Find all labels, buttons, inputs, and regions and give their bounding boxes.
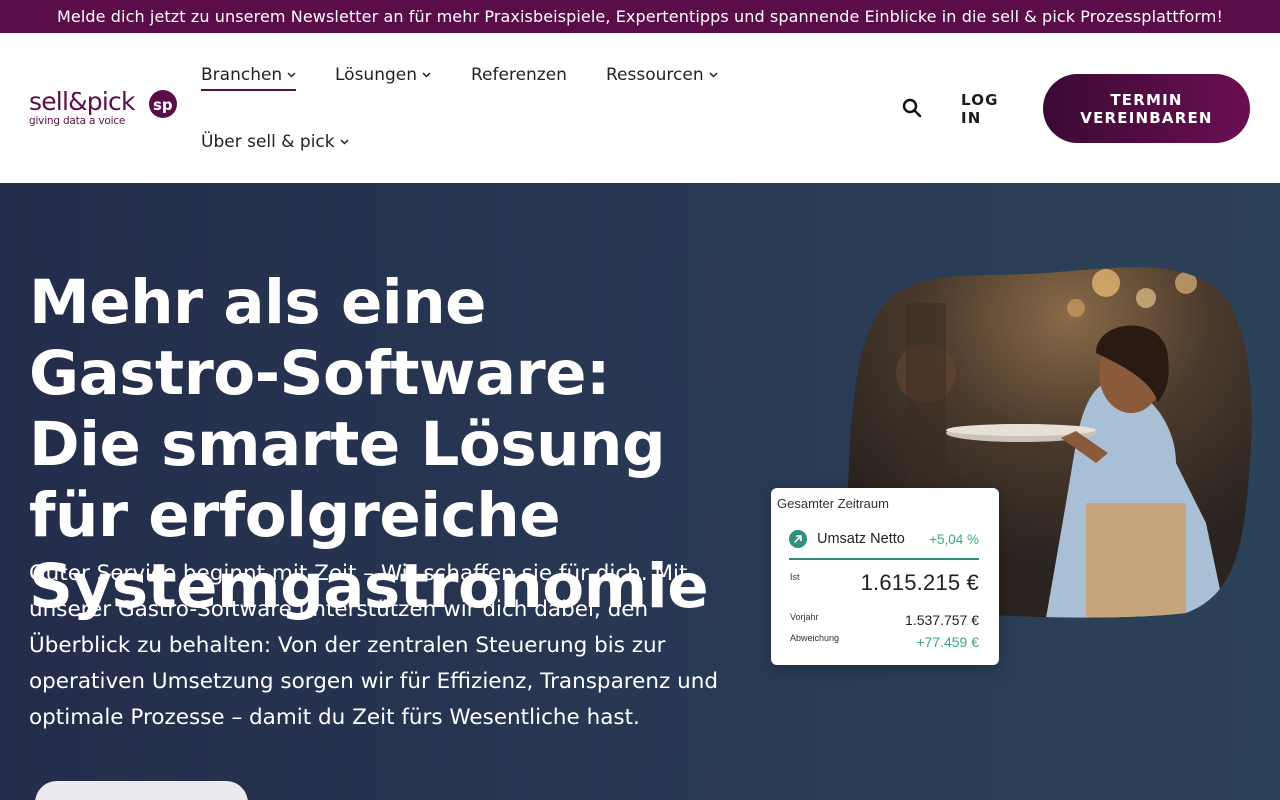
logo-tagline: giving data a voice bbox=[29, 115, 126, 127]
metric-divider bbox=[789, 558, 979, 560]
login-link[interactable]: LOG IN bbox=[961, 91, 1011, 127]
ist-value: 1.615.215 € bbox=[860, 570, 979, 595]
revenue-stats-card: Gesamter Zeitraum Umsatz Netto +5,04 % I… bbox=[771, 488, 999, 665]
nav-branchen[interactable]: Branchen bbox=[201, 65, 297, 91]
hero-button[interactable] bbox=[35, 781, 248, 800]
nav-ueber-label: Über sell & pick bbox=[201, 132, 335, 152]
logo-wordmark: sell&pick bbox=[29, 87, 135, 116]
newsletter-banner-text: Melde dich jetzt zu unserem Newsletter a… bbox=[57, 7, 1223, 26]
chevron-down-icon bbox=[422, 72, 431, 78]
nav-loesungen[interactable]: Lösungen bbox=[335, 65, 431, 85]
abweichung-label: Abweichung bbox=[790, 633, 840, 643]
vorjahr-label: Vorjahr bbox=[790, 612, 819, 622]
vorjahr-value: 1.537.757 € bbox=[905, 612, 979, 628]
nav-ressourcen-label: Ressourcen bbox=[606, 65, 704, 85]
nav-referenzen[interactable]: Referenzen bbox=[471, 65, 567, 85]
nav-ueber[interactable]: Über sell & pick bbox=[201, 132, 349, 152]
nav-branchen-label: Branchen bbox=[201, 65, 283, 85]
trend-up-icon bbox=[789, 530, 807, 548]
svg-text:sp: sp bbox=[153, 96, 173, 114]
nav-ressourcen[interactable]: Ressourcen bbox=[606, 65, 718, 85]
newsletter-banner[interactable]: Melde dich jetzt zu unserem Newsletter a… bbox=[0, 0, 1280, 33]
chevron-down-icon bbox=[340, 139, 349, 145]
abweichung-value: +77.459 € bbox=[916, 634, 979, 650]
hero-section: Mehr als eine Gastro-Software: Die smart… bbox=[0, 183, 1280, 800]
site-header: sell&pick giving data a voice sp Branche… bbox=[0, 33, 1280, 183]
nav-referenzen-label: Referenzen bbox=[471, 65, 567, 85]
hero-description: Guter Service beginnt mit Zeit – Wir sch… bbox=[29, 561, 718, 730]
metric-label: Umsatz Netto bbox=[817, 531, 905, 547]
nav-active-underline bbox=[201, 89, 297, 91]
metric-change: +5,04 % bbox=[929, 532, 979, 547]
chevron-down-icon bbox=[287, 72, 296, 78]
logo-mark-icon: sp bbox=[149, 90, 177, 118]
search-icon[interactable] bbox=[902, 98, 922, 118]
book-appointment-label: TERMIN VEREINBAREN bbox=[1080, 90, 1213, 127]
stats-card-title: Gesamter Zeitraum bbox=[777, 496, 889, 511]
nav-loesungen-label: Lösungen bbox=[335, 65, 418, 85]
ist-label: Ist bbox=[790, 572, 800, 582]
book-appointment-button[interactable]: TERMIN VEREINBAREN bbox=[1043, 74, 1250, 143]
metric-row: Umsatz Netto +5,04 % bbox=[789, 530, 979, 550]
logo[interactable]: sell&pick giving data a voice sp bbox=[29, 87, 181, 133]
chevron-down-icon bbox=[709, 72, 718, 78]
